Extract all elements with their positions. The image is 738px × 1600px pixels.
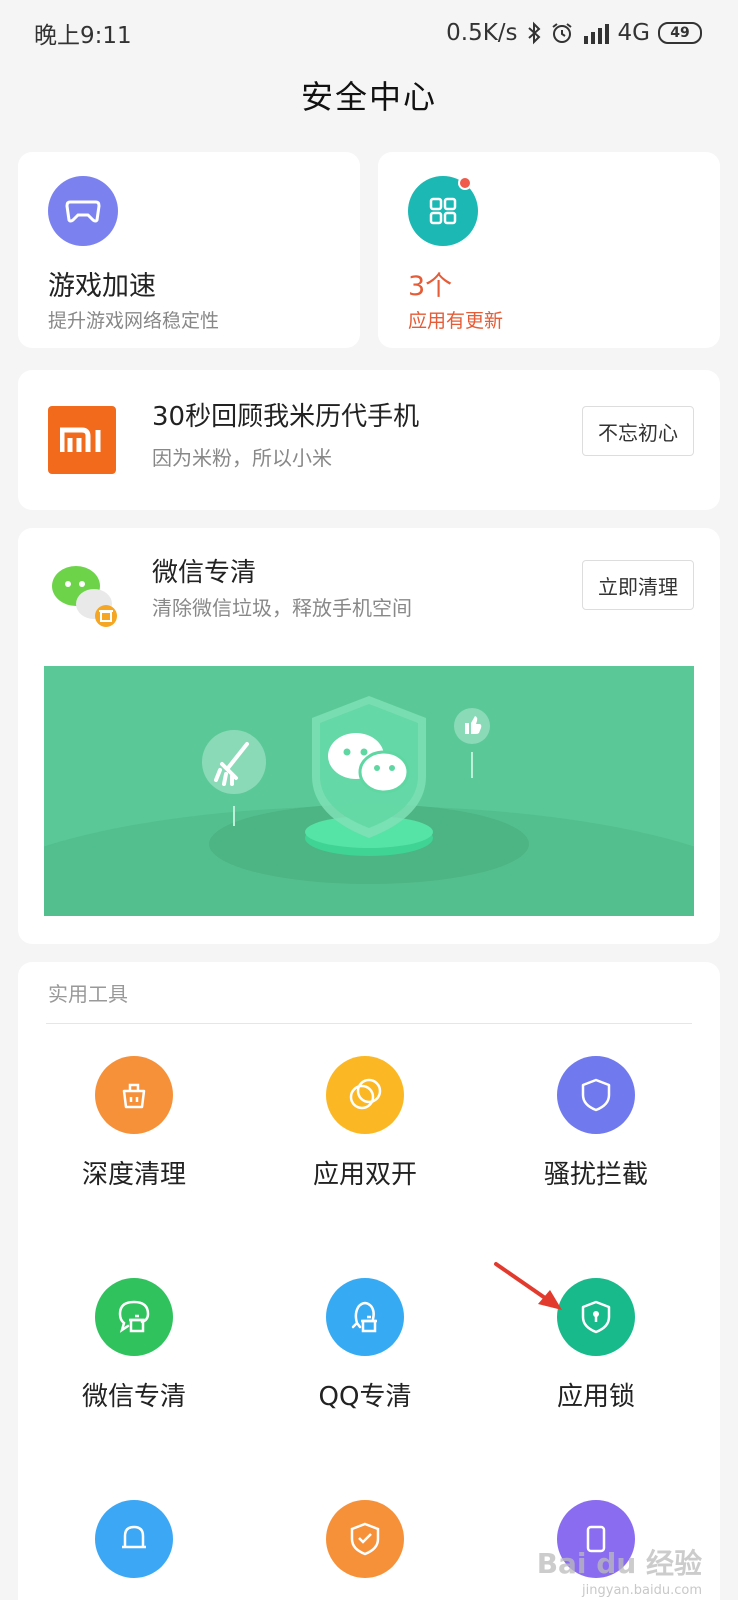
mi-review-title: 30秒回顾我米历代手机 bbox=[152, 402, 420, 432]
tool-qq-clean[interactable]: QQ专清 bbox=[249, 1278, 481, 1413]
game-boost-subtitle: 提升游戏网络稳定性 bbox=[48, 310, 220, 332]
tools-card: 实用工具 深度清理 应用双开 骚扰拦截 微信专清 QQ专清 应用锁 bbox=[18, 962, 720, 1600]
divider bbox=[46, 1023, 692, 1024]
tool-wechat-clean[interactable]: 微信专清 bbox=[18, 1278, 250, 1413]
tool-row3-item-2[interactable] bbox=[249, 1500, 481, 1578]
mi-review-button[interactable]: 不忘初心 bbox=[582, 406, 694, 456]
mi-review-subtitle: 因为米粉，所以小米 bbox=[152, 446, 332, 470]
tool-label: QQ专清 bbox=[318, 1382, 412, 1412]
wechat-clean-banner[interactable] bbox=[44, 666, 694, 916]
bell-icon bbox=[95, 1500, 173, 1578]
tool-harassment-block[interactable]: 骚扰拦截 bbox=[480, 1056, 712, 1191]
watermark-logo: Bai du 经验 bbox=[536, 1547, 702, 1580]
app-updates-card[interactable]: 3个 应用有更新 bbox=[378, 152, 720, 348]
wechat-clean-subtitle: 清除微信垃圾，释放手机空间 bbox=[152, 596, 412, 620]
network-speed: 0.5K/s bbox=[446, 20, 518, 46]
status-time: 晚上9:11 bbox=[34, 23, 132, 49]
battery-level: 49 bbox=[670, 25, 690, 41]
game-boost-card[interactable]: 游戏加速 提升游戏网络稳定性 bbox=[18, 152, 360, 348]
tool-label: 骚扰拦截 bbox=[543, 1160, 648, 1190]
update-count: 3个 bbox=[408, 271, 453, 302]
update-subtitle: 应用有更新 bbox=[408, 310, 504, 332]
tools-header: 实用工具 bbox=[48, 982, 128, 1006]
battery-icon: 49 bbox=[658, 22, 702, 44]
tool-label: 应用锁 bbox=[556, 1382, 635, 1412]
status-bar: 晚上9:11 0.5K/s 4G 49 bbox=[0, 0, 738, 66]
wechat-clean-icon bbox=[95, 1278, 173, 1356]
shield-icon bbox=[557, 1056, 635, 1134]
status-icons: 0.5K/s 4G 49 bbox=[446, 20, 702, 46]
signal-icon bbox=[583, 24, 609, 44]
network-type: 4G bbox=[617, 20, 650, 46]
tool-dual-apps[interactable]: 应用双开 bbox=[249, 1056, 481, 1191]
update-badge-dot bbox=[458, 176, 472, 190]
clean-now-button[interactable]: 立即清理 bbox=[582, 560, 694, 610]
deep-clean-icon bbox=[95, 1056, 173, 1134]
watermark-url: jingyan.baidu.com bbox=[582, 1583, 702, 1598]
tool-label: 应用双开 bbox=[312, 1160, 417, 1190]
mi-logo bbox=[48, 406, 116, 474]
wechat-clean-title: 微信专清 bbox=[152, 558, 257, 588]
tool-row3-item-1[interactable] bbox=[18, 1500, 250, 1578]
tool-label: 深度清理 bbox=[81, 1160, 186, 1190]
wechat-clean-card[interactable]: 微信专清 清除微信垃圾，释放手机空间 立即清理 bbox=[18, 528, 720, 944]
page-title: 安全中心 bbox=[300, 78, 437, 116]
alarm-icon bbox=[551, 23, 572, 43]
game-boost-title: 游戏加速 bbox=[48, 271, 156, 302]
qq-clean-icon bbox=[326, 1278, 404, 1356]
gamepad-icon bbox=[48, 176, 118, 246]
tool-label: 微信专清 bbox=[81, 1382, 186, 1412]
shield-check-icon bbox=[326, 1500, 404, 1578]
arrow-annotation-icon bbox=[494, 1262, 562, 1310]
wechat-clean-icon bbox=[52, 566, 117, 627]
tool-deep-clean[interactable]: 深度清理 bbox=[18, 1056, 250, 1191]
bluetooth-icon bbox=[527, 21, 540, 45]
mi-review-card[interactable]: 30秒回顾我米历代手机 因为米粉，所以小米 不忘初心 bbox=[18, 370, 720, 510]
dual-apps-icon bbox=[326, 1056, 404, 1134]
